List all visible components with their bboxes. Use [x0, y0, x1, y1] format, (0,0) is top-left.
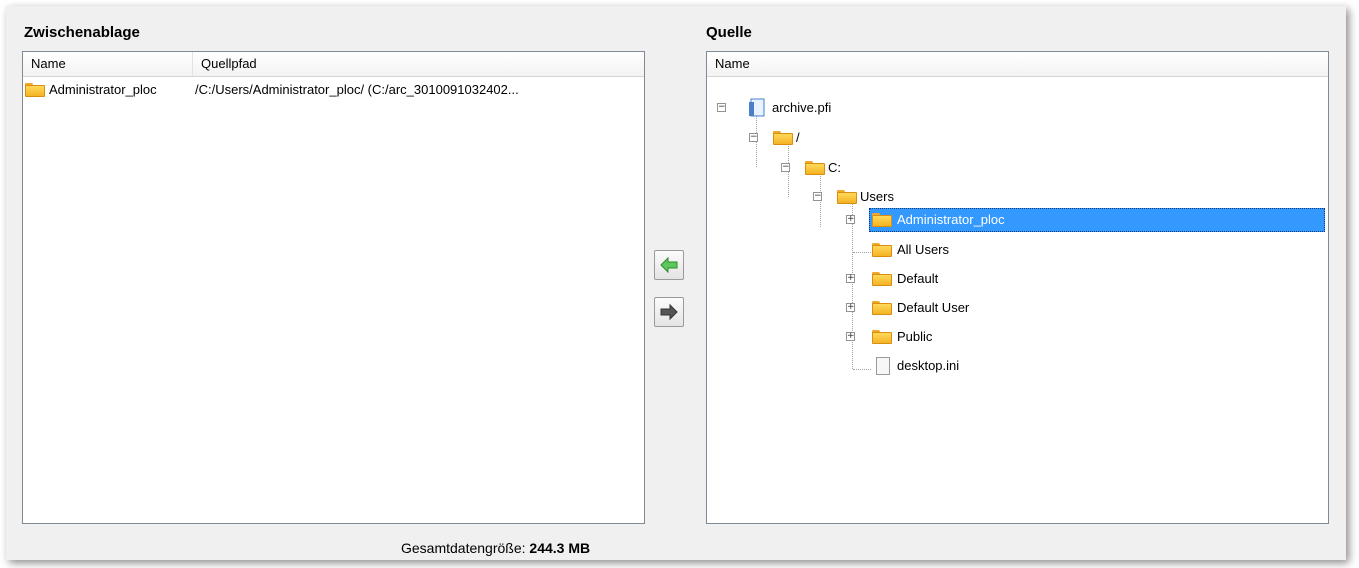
tree-node-desktop-ini[interactable]: desktop.ini [846, 354, 1146, 378]
add-to-clipboard-button[interactable] [654, 250, 684, 280]
folder-icon [872, 213, 892, 227]
expand-icon[interactable]: + [846, 215, 855, 224]
clipboard-item-name: Administrator_ploc [49, 82, 157, 97]
tree-node-root[interactable]: − / [749, 126, 1049, 150]
expand-icon[interactable]: + [846, 274, 855, 283]
tree-node-drive-c[interactable]: − C: [781, 156, 1081, 180]
tree-label: Users [860, 189, 894, 204]
clipboard-header: Name Quellpfad [23, 52, 644, 77]
folder-icon [872, 243, 892, 257]
tree-label: Public [897, 329, 933, 344]
column-header-name[interactable]: Name [23, 52, 193, 76]
tree-label: archive.pfi [772, 100, 832, 115]
tree-label: Default [897, 271, 939, 286]
clipboard-list[interactable]: Name Quellpfad Administrator_ploc /C:/Us… [22, 51, 645, 524]
arrow-right-gray-icon [660, 303, 678, 321]
tree-node-default-user[interactable]: + Default User [846, 296, 1146, 320]
tree-node-users[interactable]: − Users [813, 185, 1113, 209]
collapse-icon[interactable]: − [749, 133, 758, 142]
column-header-source-path[interactable]: Quellpfad [193, 52, 643, 76]
arrow-left-green-icon [660, 256, 678, 274]
tree-label: Administrator_ploc [897, 212, 1005, 227]
dialog-window: Zwischenablage Name Quellpfad Administra… [6, 6, 1346, 560]
total-size: Gesamtdatengröße: 244.3 MB [401, 540, 590, 556]
clipboard-item-source-path: /C:/Users/Administrator_ploc/ (C:/arc_30… [195, 82, 519, 97]
tree-node-all-users[interactable]: All Users [846, 238, 1146, 262]
collapse-icon[interactable]: − [781, 163, 790, 172]
tree-node-archive[interactable]: − archive.pfi [717, 96, 1017, 120]
archive-file-icon [749, 98, 765, 117]
folder-icon [872, 330, 892, 344]
expand-icon[interactable]: + [846, 303, 855, 312]
tree-label: / [796, 130, 800, 145]
source-title: Quelle [706, 24, 752, 41]
expand-icon[interactable]: + [846, 332, 855, 341]
tree-label: Default User [897, 300, 970, 315]
remove-from-clipboard-button[interactable] [654, 297, 684, 327]
tree-node-public[interactable]: + Public [846, 325, 1146, 349]
tree-node-administrator-ploc[interactable]: + Administrator_ploc [846, 208, 1316, 232]
tree-node-default[interactable]: + Default [846, 267, 1146, 291]
file-icon [876, 357, 890, 375]
folder-icon [773, 131, 793, 145]
tree-label: All Users [897, 242, 950, 257]
folder-icon [872, 301, 892, 315]
folder-icon [25, 83, 45, 97]
total-size-label: Gesamtdatengröße: [401, 540, 526, 556]
folder-icon [872, 272, 892, 286]
source-tree[interactable]: Name − archive.pfi − / − C: − Users + Ad… [706, 51, 1329, 524]
total-size-value: 244.3 MB [529, 540, 591, 556]
folder-icon [837, 190, 857, 204]
tree-label: C: [828, 160, 841, 175]
column-header-name[interactable]: Name [707, 52, 1328, 76]
list-item[interactable]: Administrator_ploc /C:/Users/Administrat… [23, 78, 642, 102]
collapse-icon[interactable]: − [717, 103, 726, 112]
clipboard-title: Zwischenablage [24, 24, 140, 41]
source-header: Name [707, 52, 1328, 77]
collapse-icon[interactable]: − [813, 192, 822, 201]
folder-icon [805, 161, 825, 175]
tree-label: desktop.ini [897, 358, 960, 373]
